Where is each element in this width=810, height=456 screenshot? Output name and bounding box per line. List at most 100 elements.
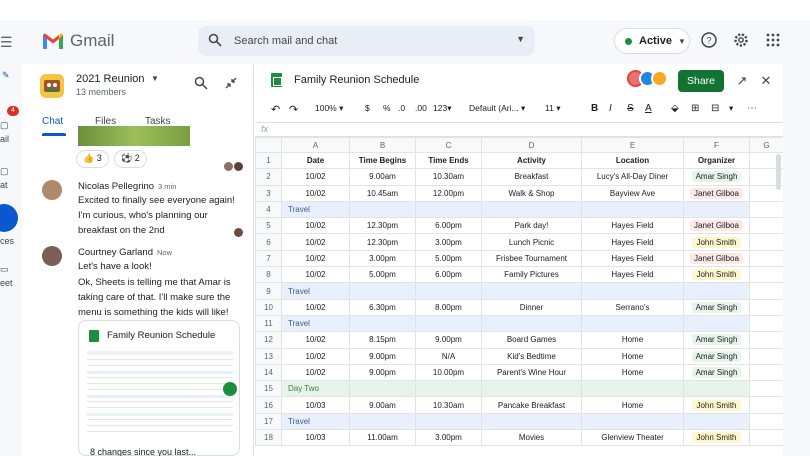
organizer-cell[interactable]: Amar Singh — [683, 298, 750, 316]
table-cell[interactable] — [683, 380, 750, 398]
column-letter[interactable]: A — [281, 137, 350, 153]
table-cell[interactable]: 10.00pm — [415, 363, 482, 382]
table-cell[interactable]: Home — [581, 331, 684, 349]
table-cell[interactable]: 10/02 — [281, 233, 350, 251]
more-options-icon[interactable]: ⋯ — [747, 103, 757, 114]
table-cell[interactable]: 10/03 — [281, 429, 350, 447]
row-number[interactable]: 16 — [255, 396, 282, 414]
row-number[interactable]: 2 — [255, 168, 282, 186]
fill-color-icon[interactable]: ⬙ — [671, 103, 679, 114]
font-size-select[interactable]: 11 ▾ — [545, 103, 560, 114]
organizer-cell[interactable]: John Smith — [683, 429, 750, 447]
table-cell[interactable] — [683, 314, 750, 333]
table-cell[interactable]: 10/02 — [281, 249, 350, 268]
row-number[interactable]: 9 — [255, 282, 282, 300]
row-number[interactable]: 13 — [255, 347, 282, 365]
table-cell[interactable] — [481, 412, 582, 431]
tab-chat[interactable]: Chat — [42, 116, 63, 127]
table-cell[interactable] — [415, 200, 482, 219]
table-cell[interactable]: Kid's Bedtime — [481, 347, 582, 365]
compose-pencil-icon[interactable]: ✎ — [2, 70, 10, 81]
table-cell[interactable] — [349, 412, 416, 431]
meet-icon[interactable]: ▭ — [0, 264, 9, 275]
select-all-corner[interactable] — [255, 137, 282, 153]
organizer-cell[interactable]: Amar Singh — [683, 331, 750, 349]
table-cell[interactable] — [683, 200, 750, 219]
column-letter[interactable]: B — [349, 137, 416, 153]
sheet-attachment-card[interactable]: Family Reunion Schedule — [78, 320, 240, 456]
increase-decimal-button[interactable]: .00 — [415, 103, 427, 113]
table-cell[interactable]: 11.00am — [349, 429, 416, 447]
undo-icon[interactable]: ↶ — [271, 103, 280, 116]
chat-icon[interactable]: ▢ — [0, 166, 9, 177]
table-cell[interactable] — [749, 249, 783, 268]
table-cell[interactable] — [749, 298, 783, 316]
table-cell[interactable] — [749, 266, 783, 284]
help-icon[interactable]: ? — [700, 31, 718, 49]
table-cell[interactable]: 10.30am — [415, 168, 482, 186]
row-number[interactable]: 7 — [255, 249, 282, 268]
font-select[interactable]: Default (Ari... ▾ — [469, 103, 525, 114]
row-number[interactable]: 3 — [255, 184, 282, 202]
reaction-thumbs-up[interactable]: 👍 3 — [76, 150, 109, 168]
table-cell[interactable]: 3.00pm — [349, 249, 416, 268]
table-cell[interactable] — [749, 314, 783, 333]
close-icon[interactable]: ✕ — [759, 74, 773, 88]
table-cell[interactable] — [749, 331, 783, 349]
table-cell[interactable]: 10/03 — [281, 396, 350, 414]
table-cell[interactable]: 10/02 — [281, 331, 350, 349]
bold-button[interactable]: B — [591, 103, 598, 114]
table-cell[interactable] — [349, 200, 416, 219]
table-cell[interactable]: 10/02 — [281, 298, 350, 316]
table-cell[interactable] — [481, 380, 582, 398]
zoom-select[interactable]: 100% ▾ — [315, 103, 343, 114]
table-cell[interactable] — [349, 282, 416, 300]
table-cell[interactable]: 5.00pm — [415, 249, 482, 268]
table-cell[interactable]: 6.00pm — [415, 266, 482, 284]
table-cell[interactable]: Glenview Theater — [581, 429, 684, 447]
table-cell[interactable]: Hayes Field — [581, 249, 684, 268]
collaborator-avatar[interactable] — [651, 70, 668, 87]
table-cell[interactable] — [683, 282, 750, 300]
section-label[interactable]: Day Two — [281, 380, 350, 398]
redo-icon[interactable]: ↷ — [289, 103, 298, 116]
table-cell[interactable]: Lucy's All-Day Diner — [581, 168, 684, 186]
open-changes-icon[interactable] — [223, 382, 237, 396]
currency-button[interactable]: $ — [365, 103, 370, 113]
table-cell[interactable]: Hayes Field — [581, 217, 684, 235]
table-cell[interactable]: Movies — [481, 429, 582, 447]
header-cell[interactable]: Time Begins — [349, 151, 416, 170]
organizer-cell[interactable]: Janet Gilboa — [683, 217, 750, 235]
row-number[interactable]: 1 — [255, 151, 282, 170]
table-cell[interactable]: Bayview Ave — [581, 184, 684, 202]
table-cell[interactable]: 9.00am — [349, 168, 416, 186]
table-cell[interactable]: 3.00pm — [415, 233, 482, 251]
table-cell[interactable]: 12.30pm — [349, 233, 416, 251]
row-number[interactable]: 14 — [255, 363, 282, 382]
table-cell[interactable] — [749, 200, 783, 219]
table-cell[interactable]: Dinner — [481, 298, 582, 316]
search-options-icon[interactable]: ▼ — [516, 34, 525, 44]
table-cell[interactable]: Lunch Picnic — [481, 233, 582, 251]
table-cell[interactable] — [481, 200, 582, 219]
section-label[interactable]: Travel — [281, 282, 350, 300]
status-dropdown[interactable]: Active ▼ — [614, 28, 690, 54]
table-cell[interactable]: Hayes Field — [581, 233, 684, 251]
table-cell[interactable] — [415, 282, 482, 300]
table-cell[interactable]: Home — [581, 363, 684, 382]
table-cell[interactable]: Park day! — [481, 217, 582, 235]
row-number[interactable]: 8 — [255, 266, 282, 284]
merge-cells-icon[interactable]: ⊟ — [711, 103, 719, 114]
row-number[interactable]: 15 — [255, 380, 282, 398]
row-number[interactable]: 11 — [255, 314, 282, 333]
table-cell[interactable]: 8.15pm — [349, 331, 416, 349]
column-letter[interactable]: G — [749, 137, 783, 153]
header-cell[interactable]: Location — [581, 151, 684, 170]
table-cell[interactable]: Frisbee Tournament — [481, 249, 582, 268]
borders-icon[interactable]: ⊞ — [691, 103, 699, 114]
percent-button[interactable]: % — [383, 103, 391, 113]
table-cell[interactable] — [749, 363, 783, 382]
table-cell[interactable]: Home — [581, 347, 684, 365]
shared-photo[interactable] — [78, 126, 190, 146]
header-cell[interactable]: Date — [281, 151, 350, 170]
